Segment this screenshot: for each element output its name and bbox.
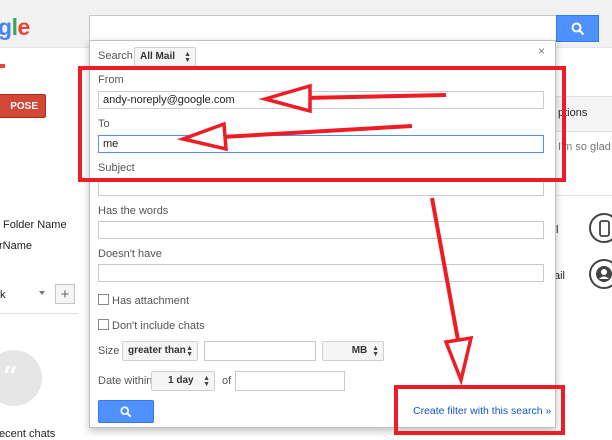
search-input[interactable] (89, 15, 556, 41)
has-words-field[interactable] (98, 221, 544, 239)
has-attachment-checkbox[interactable] (98, 294, 109, 305)
has-attachment-label[interactable]: Has attachment (112, 295, 189, 307)
doesnt-have-label: Doesn't have (98, 248, 162, 260)
account-icon[interactable] (589, 259, 612, 289)
doesnt-have-field[interactable] (98, 264, 544, 282)
select-arrows-icon: ▲ ▼ (372, 345, 379, 358)
chevron-down-icon[interactable] (39, 291, 45, 295)
size-label: Size (98, 345, 120, 357)
select-arrows-icon: ▲ ▼ (203, 375, 210, 388)
search-icon (571, 22, 584, 35)
search-scope-select[interactable]: All Mail ▲ ▼ (134, 47, 196, 67)
add-label-button[interactable]: + (55, 284, 75, 304)
hangouts-quote-mark: “ (3, 362, 18, 392)
sidebar-recent-chats: ecent chats (0, 428, 56, 440)
to-label: To (98, 118, 110, 130)
subject-label: Subject (98, 162, 135, 174)
date-within-select[interactable]: 1 day ▲ ▼ (151, 371, 215, 391)
right-divider (550, 195, 612, 196)
dont-include-chats-label[interactable]: Don't include chats (112, 320, 205, 332)
phone-icon[interactable] (589, 213, 612, 243)
options-label[interactable]: ptions (558, 107, 587, 119)
google-logo[interactable]: gle (0, 14, 30, 41)
date-field[interactable] (235, 371, 345, 391)
sidebar-item-name[interactable]: rName (0, 240, 32, 252)
search-scope-label: Search (98, 50, 133, 62)
size-operator-select[interactable]: greater than ▲ ▼ (122, 341, 198, 361)
search-button[interactable] (556, 15, 599, 42)
sidebar-item-folder-name[interactable]: Folder Name (3, 219, 67, 231)
from-label: From (98, 74, 124, 86)
size-value-field[interactable] (204, 341, 316, 361)
compose-button[interactable]: POSE (0, 94, 46, 118)
create-filter-link[interactable]: Create filter with this search » (413, 405, 551, 417)
search-icon (120, 405, 132, 417)
mail-label-marker (0, 64, 5, 68)
dont-include-chats-checkbox[interactable] (98, 319, 109, 330)
date-within-label: Date within (98, 375, 153, 387)
select-arrows-icon: ▲ ▼ (186, 345, 193, 358)
dialog-search-button[interactable] (98, 400, 154, 423)
close-icon[interactable]: × (538, 44, 545, 58)
subject-field[interactable] (98, 178, 544, 196)
to-field[interactable]: me (98, 135, 544, 153)
sidebar-item-more[interactable]: k (0, 289, 6, 301)
from-field[interactable]: andy-noreply@google.com (98, 91, 544, 109)
select-arrows-icon: ▲ ▼ (184, 51, 191, 64)
right-row-label: l (556, 224, 559, 236)
of-label: of (222, 375, 232, 387)
advanced-search-dialog: Search All Mail ▲ ▼ × From andy-noreply@go… (89, 40, 556, 428)
sidebar-divider (0, 313, 78, 314)
size-unit-select[interactable]: MB ▲ ▼ (322, 341, 384, 361)
gmail-page: gle POSE Folder Name rName k + “ ecent c… (0, 0, 612, 440)
message-snippet[interactable]: I'm so glad y (558, 141, 612, 153)
has-words-label: Has the words (98, 205, 169, 217)
